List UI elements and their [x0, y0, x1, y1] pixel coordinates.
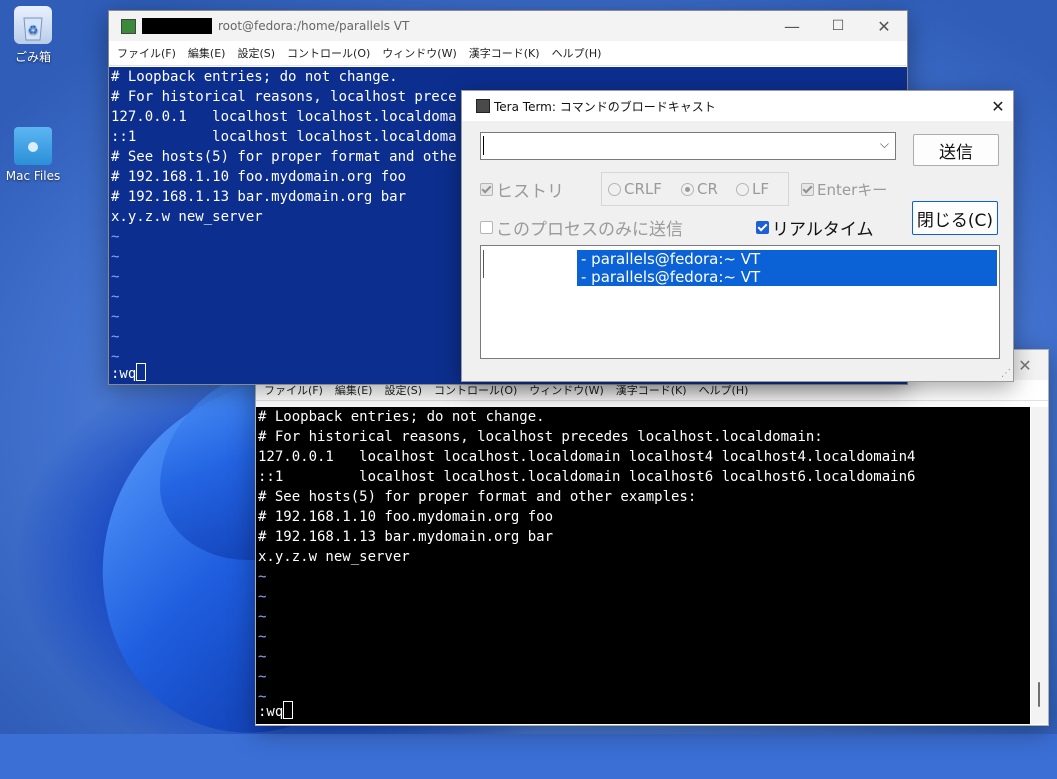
minimize-icon[interactable]: — — [769, 11, 815, 41]
this-process-only-checkbox[interactable]: このプロセスのみに送信 — [480, 216, 683, 240]
radio-crlf[interactable]: CRLF — [608, 178, 662, 200]
terminal-line: # Loopback entries; do not change. — [111, 69, 398, 85]
vim-command-text: :wq — [258, 704, 284, 720]
realtime-label: リアルタイム — [772, 219, 874, 240]
desktop-icon-label: Mac Files — [5, 169, 61, 183]
terminal-line: 127.0.0.1 localhost localhost.localdomai… — [258, 449, 916, 465]
menu-control[interactable]: コントロール(O) — [287, 45, 370, 61]
menu-kanji[interactable]: 漢字コード(K) — [469, 45, 540, 61]
vim-command-line: :wq — [109, 363, 147, 384]
terminal-screen[interactable]: # Loopback entries; do not change. # For… — [256, 407, 1030, 724]
terminal-window-bottom[interactable]: ✕ ファイル(F) 編集(E) 設定(S) コントロール(O) ウィンドウ(W)… — [255, 349, 1049, 726]
terminal-line: # 192.168.1.10 foo.mydomain.org foo — [258, 509, 554, 525]
teraterm-icon — [121, 18, 136, 34]
crlf-label: CRLF — [624, 180, 662, 198]
enter-key-checkbox[interactable]: Enterキー — [801, 178, 887, 200]
folder-icon — [14, 127, 52, 165]
vim-empty-line: ~ — [258, 609, 267, 625]
vim-empty-line: ~ — [258, 669, 267, 685]
checkbox-checked-icon — [480, 182, 493, 196]
text-caret — [483, 136, 484, 155]
menu-edit[interactable]: 編集(E) — [188, 45, 226, 61]
list-caret — [483, 250, 484, 278]
list-item[interactable]: - parallels@fedora:~ VT — [577, 268, 997, 286]
scrollbar[interactable] — [1031, 407, 1048, 724]
close-icon[interactable]: ✕ — [983, 97, 1013, 116]
menu-settings[interactable]: 設定(S) — [237, 45, 275, 61]
close-icon[interactable]: ✕ — [861, 11, 907, 41]
lf-label: LF — [752, 180, 769, 198]
cursor — [283, 701, 294, 719]
menu-file[interactable]: ファイル(F) — [117, 45, 176, 61]
vim-empty-line: ~ — [258, 589, 267, 605]
close-button[interactable]: 閉じる(C) — [912, 201, 998, 235]
vim-empty-line: ~ — [258, 629, 267, 645]
scrollbar-thumb[interactable] — [1038, 682, 1040, 707]
realtime-checkbox[interactable]: リアルタイム — [756, 216, 874, 240]
list-item[interactable]: - parallels@fedora:~ VT — [577, 250, 997, 268]
title-bar[interactable]: root@fedora:/home/parallels VT — ☐ ✕ — [109, 11, 907, 41]
terminal-line: x.y.z.w new_server — [258, 549, 410, 565]
svg-text:♻: ♻ — [28, 23, 39, 37]
vim-empty-line: ~ — [258, 649, 267, 665]
broadcast-dialog[interactable]: Tera Term: コマンドのブロードキャスト ✕ ⌵ 送信 ヒストリ CRL… — [461, 90, 1014, 382]
vim-empty-line: ~ — [258, 569, 267, 585]
recycle-bin-icon: ♻ — [14, 6, 52, 44]
vim-command-line: :wq — [256, 701, 294, 722]
terminal-line: # See hosts(5) for proper format and oth… — [258, 489, 697, 505]
desktop-icon-label: ごみ箱 — [14, 50, 51, 64]
radio-cr[interactable]: CR — [681, 178, 718, 200]
menu-help[interactable]: ヘルプ(H) — [552, 45, 602, 61]
radio-on-icon — [681, 182, 694, 196]
maximize-icon[interactable]: ☐ — [815, 11, 861, 41]
history-label: ヒストリ — [496, 181, 564, 202]
radio-off-icon — [736, 182, 749, 196]
chevron-down-icon[interactable]: ⌵ — [880, 137, 889, 152]
teraterm-icon — [476, 99, 490, 113]
cursor — [136, 363, 147, 381]
menu-bar: ファイル(F) 編集(E) 設定(S) コントロール(O) ウィンドウ(W) 漢… — [109, 41, 907, 66]
enter-key-label: Enterキー — [817, 180, 888, 199]
window-title: root@fedora:/home/parallels VT — [218, 19, 410, 33]
terminal-line: # 192.168.1.13 bar.mydomain.org bar — [258, 529, 554, 545]
cr-label: CR — [697, 180, 718, 198]
history-checkbox[interactable]: ヒストリ — [480, 178, 564, 202]
menu-window[interactable]: ウィンドウ(W) — [382, 45, 456, 61]
desktop-icon-mac-files[interactable]: Mac Files — [0, 127, 68, 183]
dialog-title-bar[interactable]: Tera Term: コマンドのブロードキャスト ✕ — [462, 91, 1013, 121]
terminal-line: ::1 localhost localhost.localdomain loca… — [258, 469, 916, 485]
process-listbox[interactable]: - parallels@fedora:~ VT - parallels@fedo… — [480, 245, 1000, 359]
radio-off-icon — [608, 182, 621, 196]
terminal-line: # Loopback entries; do not change. — [258, 409, 545, 425]
radio-lf[interactable]: LF — [736, 178, 769, 200]
vim-empty-line: ~ — [258, 689, 267, 705]
command-combobox[interactable]: ⌵ — [480, 132, 896, 160]
dialog-title: Tera Term: コマンドのブロードキャスト — [494, 99, 716, 114]
checkbox-checked-icon — [756, 220, 769, 234]
vim-command-text: :wq — [111, 366, 137, 382]
send-button[interactable]: 送信 — [913, 134, 999, 166]
this-process-only-label: このプロセスのみに送信 — [496, 219, 683, 240]
redacted-block — [142, 18, 212, 34]
checkbox-checked-icon — [801, 182, 814, 196]
checkbox-unchecked-icon — [480, 220, 493, 234]
desktop-icon-recycle-bin[interactable]: ♻ ごみ箱 — [0, 6, 68, 65]
terminal-line: # For historical reasons, localhost prec… — [258, 429, 823, 445]
resize-grip-icon[interactable]: ⋰ — [1001, 368, 1011, 379]
